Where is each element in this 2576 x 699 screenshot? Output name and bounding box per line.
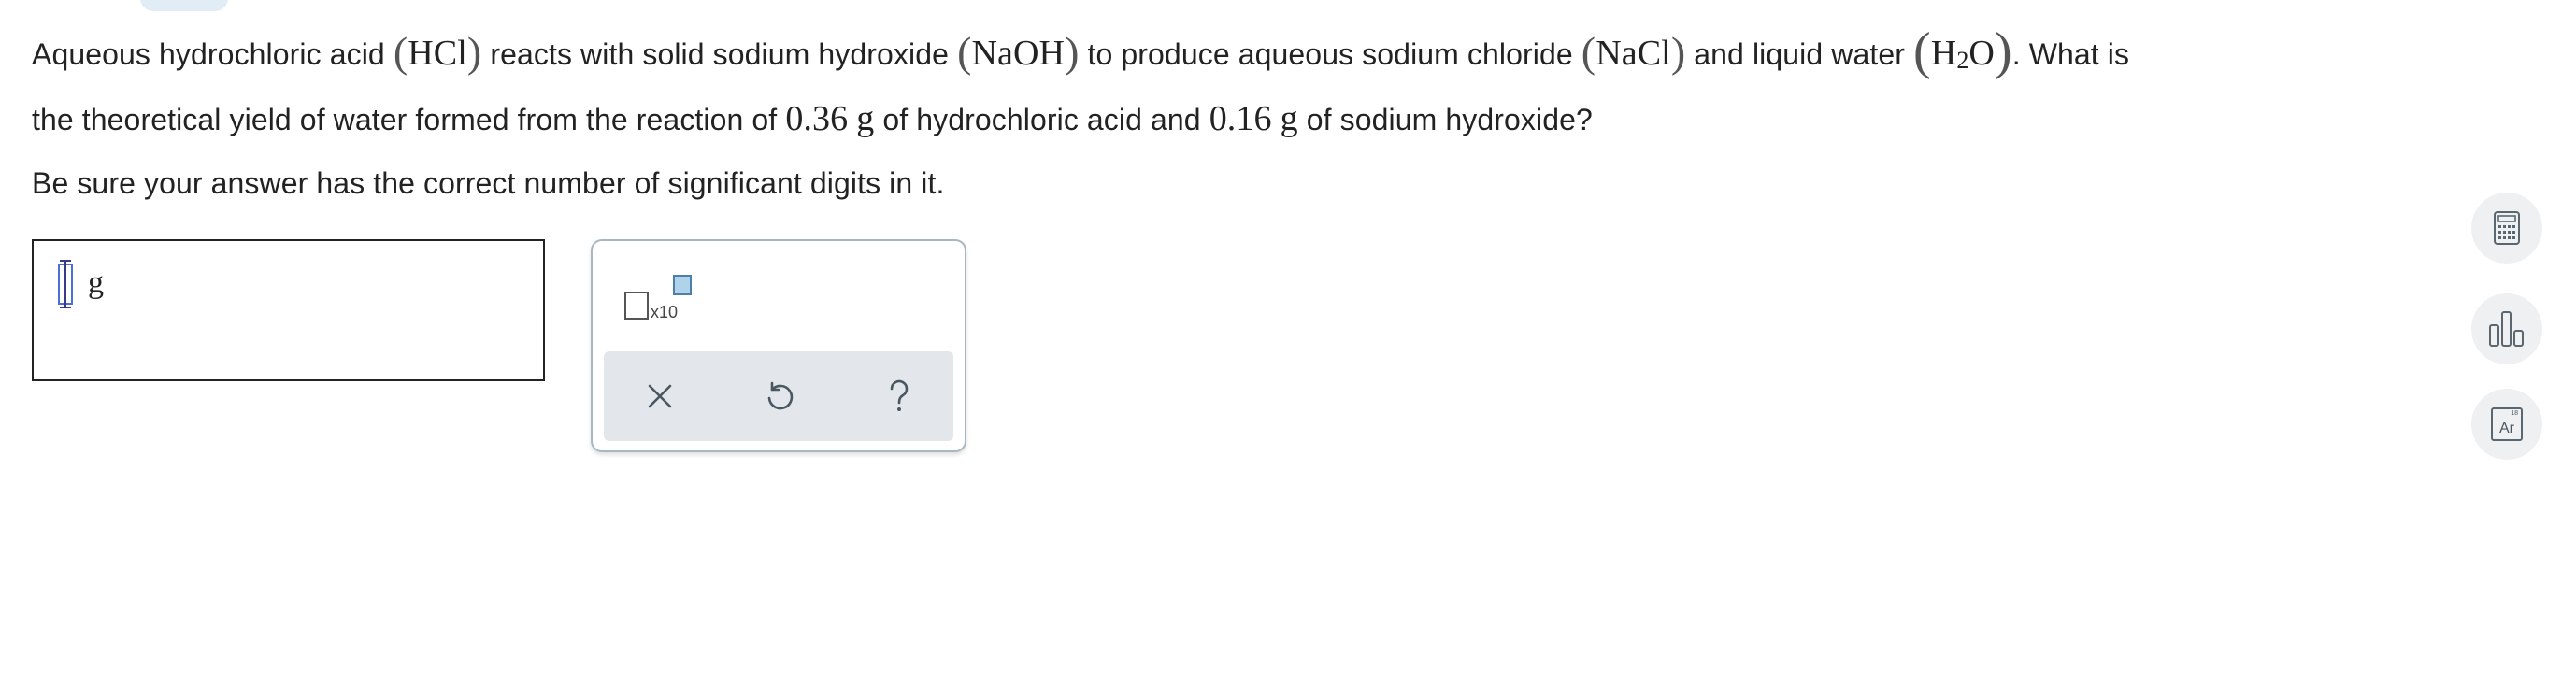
question-text-segment: and liquid water bbox=[1694, 37, 1906, 71]
paren-open: ( bbox=[1913, 22, 1931, 80]
paren-open: ( bbox=[1581, 28, 1596, 76]
periodic-table-number: 18 bbox=[2511, 410, 2518, 417]
calculator-icon bbox=[2494, 211, 2520, 245]
paren-close: ) bbox=[1670, 28, 1686, 76]
text-cursor bbox=[60, 260, 71, 308]
mass-hcl: 0.36 bbox=[785, 99, 849, 138]
clear-button[interactable] bbox=[632, 368, 688, 424]
answer-input-box[interactable]: g bbox=[32, 239, 545, 381]
paren-close: ) bbox=[1994, 22, 2012, 80]
formula-nacl: NaCl bbox=[1596, 34, 1671, 73]
paren-open: ( bbox=[393, 28, 408, 76]
paren-close: ) bbox=[466, 28, 482, 76]
mass-naoh: 0.16 bbox=[1209, 99, 1272, 138]
answer-unit: g bbox=[88, 265, 104, 300]
formula-hcl: HCl bbox=[408, 34, 467, 73]
help-button[interactable] bbox=[871, 368, 927, 424]
mass-unit: g bbox=[856, 99, 875, 138]
math-tool-panel: x10 bbox=[591, 239, 966, 452]
question-line-2: the theoretical yield of water formed fr… bbox=[32, 88, 2425, 150]
question-text-segment: of sodium hydroxide? bbox=[1306, 103, 1593, 136]
formula-naoh: NaOH bbox=[971, 34, 1066, 73]
question-text-segment: Aqueous hydrochloric acid bbox=[32, 37, 385, 71]
formula-h2o: H2O bbox=[1930, 34, 1995, 74]
periodic-table-icon: 18 Ar bbox=[2491, 407, 2523, 441]
paren-close: ) bbox=[1065, 28, 1080, 76]
question-mark-icon bbox=[890, 379, 909, 411]
sig-fig-instruction: Be sure your answer has the correct numb… bbox=[32, 166, 945, 200]
scientific-notation-button[interactable]: x10 bbox=[621, 275, 695, 331]
question-text-segment: to produce aqueous sodium chloride bbox=[1087, 37, 1573, 71]
data-chart-button[interactable] bbox=[2471, 293, 2542, 364]
question-line-1: Aqueous hydrochloric acid (HCl) reacts w… bbox=[32, 17, 2425, 88]
scientific-notation-icon bbox=[624, 292, 649, 320]
question-text: Aqueous hydrochloric acid (HCl) reacts w… bbox=[32, 17, 2425, 205]
top-tab-indicator bbox=[140, 0, 228, 11]
formula-h: H bbox=[1930, 34, 1957, 73]
action-bar bbox=[604, 351, 953, 441]
answer-input-cursor[interactable] bbox=[54, 260, 77, 308]
bar-chart-icon bbox=[2489, 311, 2524, 347]
periodic-table-symbol: Ar bbox=[2499, 421, 2514, 436]
calculator-button[interactable] bbox=[2471, 193, 2542, 264]
formula-subscript: 2 bbox=[1956, 47, 1969, 74]
formula-o: O bbox=[1968, 34, 1995, 73]
undo-button[interactable] bbox=[751, 368, 808, 424]
paren-open: ( bbox=[957, 28, 972, 76]
undo-icon bbox=[767, 381, 794, 410]
question-text-segment: the theoretical yield of water formed fr… bbox=[32, 103, 778, 136]
mass-unit: g bbox=[1280, 99, 1298, 138]
question-text-segment: reacts with solid sodium hydroxide bbox=[490, 37, 950, 71]
x10-label: x10 bbox=[651, 303, 679, 321]
question-text-segment: of hydrochloric acid and bbox=[882, 103, 1201, 136]
exponent-box bbox=[673, 275, 692, 295]
periodic-table-button[interactable]: 18 Ar bbox=[2471, 389, 2542, 460]
x-icon bbox=[648, 384, 672, 408]
question-text-segment: . What is bbox=[2011, 37, 2130, 71]
